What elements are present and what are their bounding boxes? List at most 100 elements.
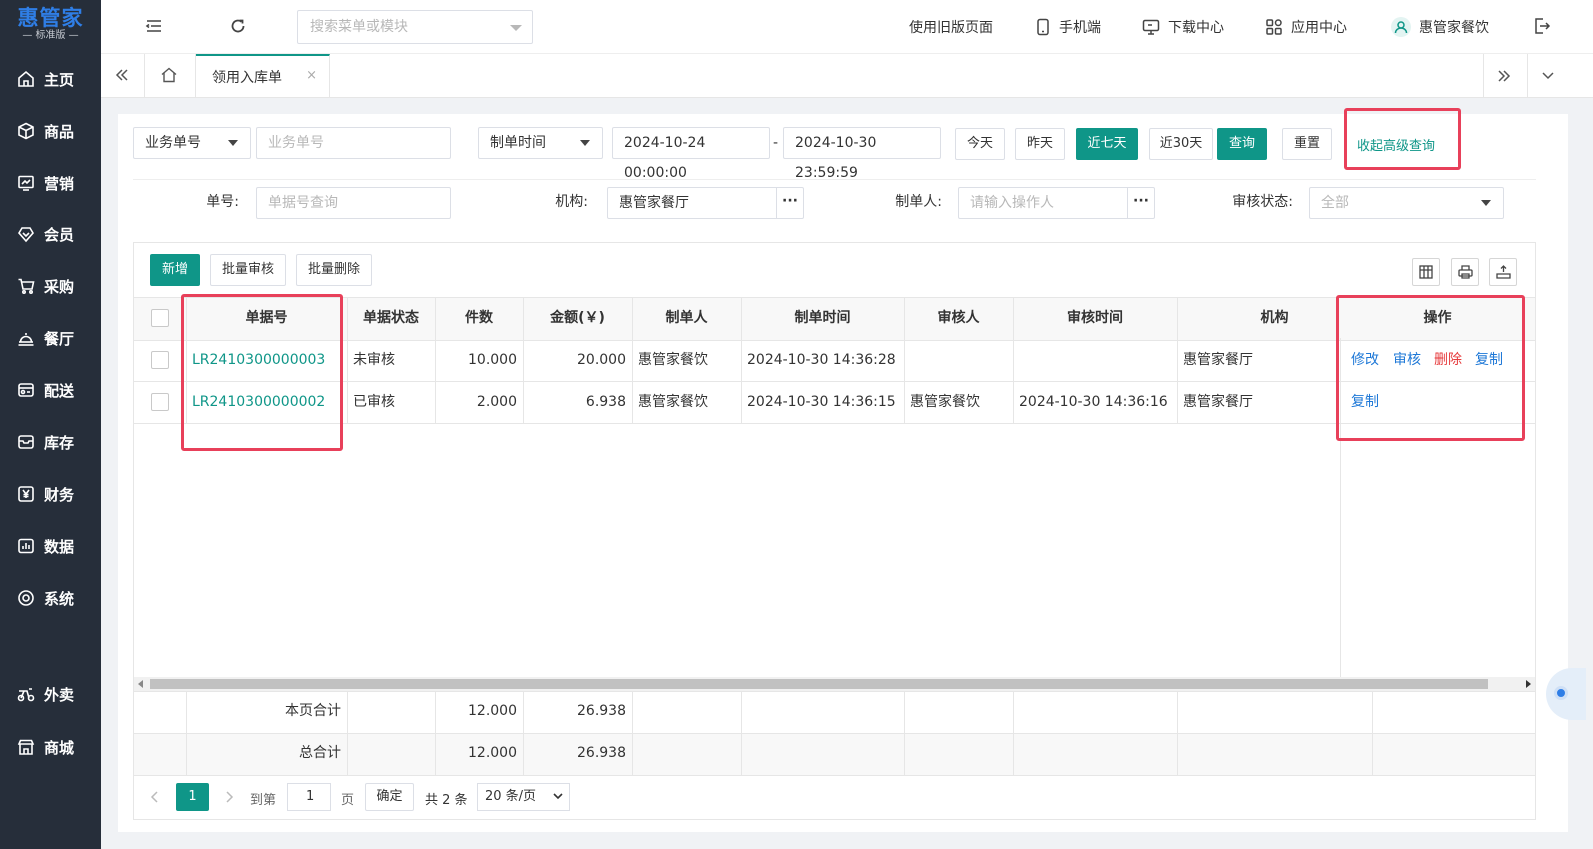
sidebar-item-takeaway[interactable]: 外卖 (0, 674, 101, 714)
menu-search-select[interactable]: 搜索菜单或模块 (297, 10, 533, 44)
close-icon[interactable]: × (306, 68, 317, 83)
biz-no-type-value: 业务单号 (145, 135, 201, 151)
time-type-select[interactable]: 制单时间 (478, 127, 603, 159)
col-header-maker[interactable]: 制单人 (632, 298, 741, 338)
goto-page-input[interactable]: 1 (287, 783, 331, 811)
sidebar-item-label: 餐厅 (44, 329, 75, 348)
scrollbar-thumb[interactable] (150, 679, 1488, 689)
page-1-button[interactable]: 1 (176, 783, 209, 811)
batch-delete-button[interactable]: 批量删除 (296, 254, 372, 286)
query-button[interactable]: 查询 (1217, 128, 1267, 160)
app-center-link[interactable]: 应用中心 (1265, 17, 1347, 37)
col-header-audit-time[interactable]: 审核时间 (1013, 298, 1177, 338)
yesterday-button[interactable]: 昨天 (1015, 128, 1065, 160)
download-center-link[interactable]: 下载中心 (1142, 17, 1224, 37)
doc-no-link[interactable]: LR2410300000002 (192, 382, 325, 422)
row-qty: 2.000 (476, 394, 517, 410)
reset-button[interactable]: 重置 (1282, 128, 1332, 160)
tabs-scroll-right-icon[interactable] (1497, 69, 1511, 83)
biz-no-input[interactable]: 业务单号 (256, 127, 451, 159)
tabs-scroll-left-icon[interactable] (115, 68, 129, 82)
col-header-amount[interactable]: 金额(￥) (523, 298, 632, 338)
sidebar-item-mall[interactable]: 商城 (0, 727, 101, 767)
top-header: 搜索菜单或模块 使用旧版页面 手机端 下载中心 应用中心 惠管家餐饮 (101, 0, 1593, 54)
next-page-icon[interactable] (223, 790, 235, 804)
batch-audit-button[interactable]: 批量审核 (210, 254, 286, 286)
org-value: 惠管家餐厅 (619, 195, 689, 211)
user-menu[interactable]: 惠管家餐饮 (1391, 17, 1489, 37)
copy-link[interactable]: 复制 (1475, 340, 1503, 380)
scroll-left-arrow-icon[interactable] (138, 680, 143, 688)
sidebar-item-label: 财务 (44, 485, 75, 504)
print-button[interactable] (1451, 258, 1479, 286)
mobile-link[interactable]: 手机端 (1035, 17, 1101, 37)
biz-no-type-select[interactable]: 业务单号 (133, 127, 251, 159)
audit-link[interactable]: 审核 (1393, 340, 1421, 380)
sidebar-item-finance[interactable]: 财务 (0, 474, 101, 514)
col-divider (904, 691, 905, 775)
sidebar-item-system[interactable]: 系统 (0, 578, 101, 618)
sidebar-item-data[interactable]: 数据 (0, 526, 101, 566)
doc-no-input[interactable]: 单据号查询 (256, 187, 451, 219)
refresh-icon[interactable] (229, 17, 247, 35)
home-tab-icon[interactable] (160, 66, 178, 84)
tabs-menu-chevron-icon[interactable] (1541, 70, 1555, 82)
page-unit-label: 页 (341, 793, 355, 808)
edit-link[interactable]: 修改 (1351, 340, 1379, 380)
inbox-icon (17, 433, 44, 451)
more-icon[interactable]: ··· (1127, 188, 1154, 218)
audit-status-select[interactable]: 全部 (1309, 187, 1504, 219)
tab-divider (1527, 54, 1528, 98)
logout-icon[interactable] (1533, 17, 1551, 35)
more-icon[interactable]: ··· (776, 188, 803, 218)
prev-page-icon[interactable] (149, 790, 161, 804)
col-divider (1177, 691, 1178, 775)
sidebar-item-restaurant[interactable]: 餐厅 (0, 318, 101, 358)
sidebar-item-member[interactable]: 会员 (0, 214, 101, 254)
last-30-days-button[interactable]: 近30天 (1149, 128, 1213, 160)
audit-status-value: 全部 (1321, 195, 1349, 211)
sidebar-item-purchase[interactable]: 采购 (0, 266, 101, 306)
tab-stock-in[interactable]: 领用入库单 × (196, 54, 330, 98)
brand-logo[interactable]: 惠管家 — 标准版 — (0, 0, 101, 52)
sidebar-item-label: 配送 (44, 381, 75, 400)
export-button[interactable] (1489, 258, 1517, 286)
page-size-select[interactable]: 20 条/页 (477, 783, 570, 811)
date-end-input[interactable]: 2024-10-30 23:59:59 (783, 127, 941, 181)
col-header-auditor[interactable]: 审核人 (904, 298, 1013, 338)
sidebar-item-home[interactable]: 主页 (0, 59, 101, 99)
col-header-doc-no[interactable]: 单据号 (186, 298, 347, 338)
menu-fold-icon[interactable] (145, 17, 163, 35)
sidebar-item-marketing[interactable]: 营销 (0, 163, 101, 203)
add-button[interactable]: 新增 (150, 254, 200, 286)
time-type-value: 制单时间 (490, 135, 546, 151)
org-input[interactable]: 惠管家餐厅 ··· (607, 187, 804, 219)
sidebar-item-goods[interactable]: 商品 (0, 111, 101, 151)
maker-input[interactable]: 请输入操作人 ··· (958, 187, 1155, 219)
collapse-advanced-query-link[interactable]: 收起高级查询 (1357, 135, 1435, 154)
row-checkbox[interactable] (151, 393, 169, 411)
today-button[interactable]: 今天 (955, 128, 1005, 160)
row-auditor: 惠管家餐饮 (910, 394, 980, 410)
sidebar-item-delivery[interactable]: 配送 (0, 370, 101, 410)
row-maker: 惠管家餐饮 (638, 352, 708, 368)
old-page-link[interactable]: 使用旧版页面 (909, 17, 993, 37)
col-header-qty[interactable]: 件数 (435, 298, 523, 338)
row-checkbox[interactable] (151, 351, 169, 369)
select-all-checkbox[interactable] (151, 309, 169, 327)
scroll-right-arrow-icon[interactable] (1526, 680, 1531, 688)
export-icon (1496, 265, 1511, 279)
col-header-status[interactable]: 单据状态 (347, 298, 435, 338)
delete-link[interactable]: 删除 (1434, 340, 1462, 380)
doc-no-link[interactable]: LR2410300000003 (192, 340, 325, 380)
date-start-input[interactable]: 2024-10-24 00:00:00 (612, 127, 770, 181)
last-7-days-button[interactable]: 近七天 (1076, 128, 1138, 160)
copy-link[interactable]: 复制 (1351, 382, 1379, 422)
goto-confirm-button[interactable]: 确定 (365, 783, 414, 811)
col-header-make-time[interactable]: 制单时间 (741, 298, 904, 338)
sidebar-item-inventory[interactable]: 库存 (0, 422, 101, 462)
page-size-value: 20 条/页 (485, 789, 537, 804)
sidebar-item-label: 商品 (44, 122, 75, 141)
assistant-icon (1554, 686, 1568, 700)
column-settings-button[interactable] (1412, 258, 1440, 286)
